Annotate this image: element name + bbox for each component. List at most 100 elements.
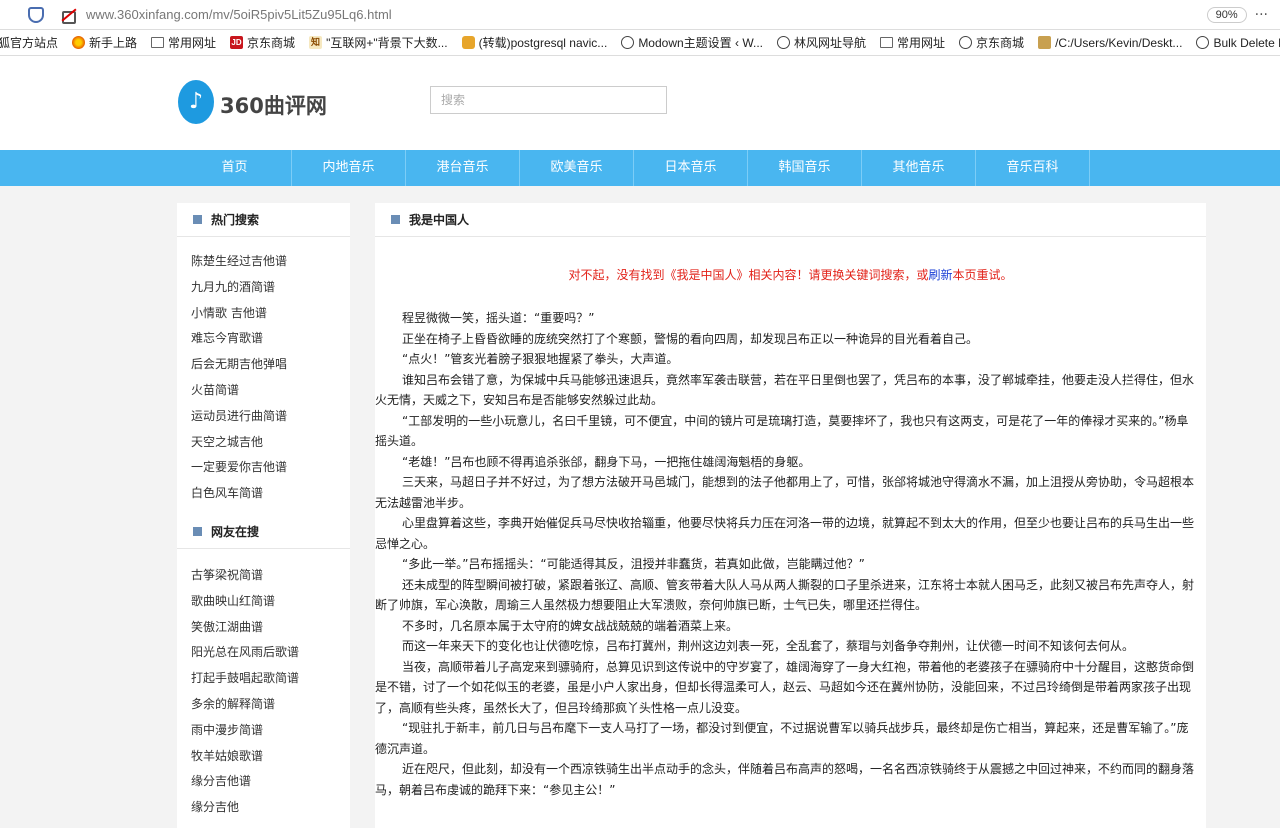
zhi-icon: 知 (309, 36, 323, 49)
not-found-notice: 对不起，没有找到《我是中国人》相关内容！请更换关键词搜索，或刷新本页重试。 (375, 266, 1206, 283)
browser-url-bar[interactable]: www.360xinfang.com/mv/5oiR5piv5Lit5Zu95L… (0, 0, 1280, 30)
article-paragraph: 近在咫尺，但此刻，却没有一个西凉铁骑生出半点动手的念头，伴随着吕布高声的怒喝，一… (375, 762, 1195, 797)
logo-note-icon[interactable]: ♪ (178, 80, 214, 124)
article-paragraph: 还未成型的阵型瞬间被打破，紧跟着张辽、高顺、管亥带着大队人马从两人撕裂的口子里杀… (375, 577, 1195, 613)
globe-icon (959, 36, 973, 49)
article-paragraph: 不多时，几名原本属于太守府的婢女战战兢兢的端着酒菜上来。 (402, 618, 739, 633)
sidebar-link[interactable]: 多余的解释简谱 (191, 692, 350, 718)
main-nav: 首页 内地音乐 港台音乐 欧美音乐 日本音乐 韩国音乐 其他音乐 音乐百科 (0, 150, 1280, 186)
site-logo-text[interactable]: 360曲评网 (220, 90, 327, 120)
square-bullet-icon (193, 215, 202, 224)
sidebar-link[interactable]: 缘分吉他 (191, 795, 350, 821)
nav-item[interactable]: 内地音乐 (292, 150, 406, 186)
nav-item[interactable]: 港台音乐 (406, 150, 520, 186)
sidebar-link[interactable]: 火苗简谱 (191, 378, 350, 404)
article-body: 程昱微微一笑，摇头道：“重要吗？” 正坐在椅子上昏昏欲睡的庞统突然打了个寒颤，警惕… (375, 283, 1206, 800)
bookmark-item[interactable]: 林风网址导航 (777, 34, 866, 51)
bookmark-item[interactable]: (转载)postgresql navic... (461, 34, 607, 51)
article-paragraph: 正坐在椅子上昏昏欲睡的庞统突然打了个寒颤，警惕的看向四周，却发现吕布正以一种诡异… (402, 331, 979, 346)
article-header: 我是中国人 (375, 203, 1206, 237)
square-bullet-icon (391, 215, 400, 224)
article-paragraph: 而这一年来天下的变化也让伏德吃惊，吕布打冀州，荆州这边刘表一死，全乱套了，蔡瑁与… (402, 639, 1135, 653)
bookmark-item[interactable]: 知 "互联网+"背景下大数... (309, 34, 448, 51)
sidebar-link[interactable]: 歌曲映山红简谱 (191, 589, 350, 615)
article-paragraph: 程昱微微一笑，摇头道：“重要吗？” (402, 311, 595, 325)
globe-icon (777, 36, 791, 49)
folder-icon (880, 37, 894, 48)
sidebar-link[interactable]: 运动员进行曲简谱 (191, 404, 350, 430)
bookmark-label: "互联网+"背景下大数... (326, 36, 448, 50)
sidebar-link[interactable]: 阳光总在风雨后歌谱 (191, 640, 350, 666)
sidebar-link[interactable]: 九月九的酒简谱 (191, 275, 350, 301)
shield-icon[interactable] (28, 6, 44, 23)
nav-item[interactable]: 欧美音乐 (520, 150, 634, 186)
article-paragraph: 心里盘算着这些，李典开始催促兵马尽快收拾辎重，他要尽快将兵力压在河洛一带的边境，… (375, 516, 1195, 551)
bookmark-label: 新手上路 (89, 36, 138, 50)
sidebar: 热门搜索 陈楚生经过吉他谱 九月九的酒简谱 小情歌 吉他谱 难忘今宵歌谱 后会无期吉他弹… (177, 203, 350, 828)
insecure-connection-icon[interactable] (60, 8, 78, 24)
site-header: ♪ 360曲评网 (0, 56, 1280, 150)
sidebar-link[interactable]: 后会无期吉他弹唱 (191, 352, 350, 378)
bookmark-item[interactable]: Bulk Delete Posts ‹ (1196, 36, 1280, 50)
bookmark-label: Modown主题设置 ‹ W... (638, 36, 764, 50)
bookmark-item[interactable]: Modown主题设置 ‹ W... (621, 34, 763, 51)
main-content: 我是中国人 对不起，没有找到《我是中国人》相关内容！请更换关键词搜索，或刷新本页… (375, 203, 1206, 828)
article-paragraph: 谁知吕布会错了意，为保城中兵马能够迅速退兵，竟然率军袭击联营，若在平日里倒也罢了… (375, 372, 1195, 408)
bookmark-item[interactable]: 狐官方站点 (0, 34, 58, 51)
hot-search-list: 陈楚生经过吉他谱 九月九的酒简谱 小情歌 吉他谱 难忘今宵歌谱 后会无期吉他弹唱 火苗简谱… (177, 237, 350, 507)
net-search-title: 网友在搜 (211, 524, 260, 539)
bookmark-item[interactable]: 京东商城 (959, 34, 1024, 51)
sidebar-link[interactable]: 笑傲江湖曲谱 (191, 615, 350, 641)
nav-item[interactable]: 韩国音乐 (748, 150, 862, 186)
sidebar-link[interactable]: 古筝梁祝简谱 (191, 563, 350, 589)
bookmark-item[interactable]: JD 京东商城 (230, 34, 295, 51)
bookmark-label: 京东商城 (247, 36, 296, 50)
bookmark-item[interactable]: 常用网址 (880, 34, 945, 51)
net-search-list: 古筝梁祝简谱 歌曲映山红简谱 笑傲江湖曲谱 阳光总在风雨后歌谱 打起手鼓唱起歌简谱 多余的… (177, 549, 350, 821)
square-bullet-icon (193, 526, 202, 536)
nav-item[interactable]: 其他音乐 (862, 150, 976, 186)
bookmark-label: 狐官方站点 (0, 36, 59, 50)
sidebar-link[interactable]: 难忘今宵歌谱 (191, 326, 350, 352)
bookmark-item[interactable]: 新手上路 (72, 34, 137, 51)
article-paragraph: 当夜，高顺带着儿子高宠来到骠骑府，总算见识到这传说中的守岁宴了，雄阔海穿了一身大… (375, 659, 1195, 715)
nav-item[interactable]: 音乐百科 (976, 150, 1090, 186)
sidebar-link[interactable]: 白色风车简谱 (191, 481, 350, 507)
bookmark-label: 常用网址 (897, 36, 946, 50)
sidebar-link[interactable]: 陈楚生经过吉他谱 (191, 249, 350, 275)
bookmark-label: /C:/Users/Kevin/Deskt... (1055, 35, 1183, 50)
sidebar-link[interactable]: 打起手鼓唱起歌简谱 (191, 666, 350, 692)
sidebar-link[interactable]: 天空之城吉他 (191, 430, 350, 456)
article-paragraph: “工部发明的一些小玩意儿，名曰千里镜，可不便宜，中间的镜片可是琉璃打造，莫要摔坏… (375, 413, 1189, 449)
article-paragraph: “老雄！”吕布也顾不得再追杀张郃，翻身下马，一把拖住雄阔海魁梧的身躯。 (402, 454, 811, 469)
bookmark-item[interactable]: /C:/Users/Kevin/Deskt... (1038, 36, 1182, 50)
hot-search-header: 热门搜索 (177, 203, 350, 237)
refresh-link[interactable]: 刷新 (928, 268, 952, 282)
article-paragraph: “点火！”管亥光着膀子狠狠地握紧了拳头，大声道。 (402, 352, 679, 366)
zoom-level-badge[interactable]: 90% (1206, 6, 1247, 23)
bookmarks-bar: 狐官方站点 新手上路 常用网址 JD 京东商城知 "互联网+"背景下大数... (转载)po… (0, 30, 1280, 56)
postgres-icon (461, 36, 475, 49)
nav-item[interactable]: 日本音乐 (634, 150, 748, 186)
bookmark-item[interactable]: 常用网址 (151, 34, 216, 51)
bookmark-label: 常用网址 (168, 36, 217, 50)
article-paragraph: 三天来，马超日子并不好过，为了想方法破开马邑城门，能想到的法子他都用上了，可惜，… (375, 475, 1195, 510)
sidebar-link[interactable]: 一定要爱你吉他谱 (191, 455, 350, 481)
folder-icon (151, 37, 165, 48)
sidebar-link[interactable]: 小情歌 吉他谱 (191, 301, 350, 327)
more-actions-icon[interactable]: ··· (1255, 7, 1268, 23)
nav-item[interactable]: 首页 (178, 150, 292, 186)
url-text[interactable]: www.360xinfang.com/mv/5oiR5piv5Lit5Zu95L… (86, 7, 392, 22)
search-input[interactable] (430, 86, 667, 114)
sidebar-link[interactable]: 雨中漫步简谱 (191, 718, 350, 744)
globe-icon (621, 36, 635, 49)
bookmark-label: 京东商城 (976, 36, 1025, 50)
hot-search-title: 热门搜索 (211, 213, 260, 227)
article-title: 我是中国人 (409, 213, 470, 227)
globe-icon (1196, 36, 1210, 49)
jd-icon: JD (230, 36, 244, 49)
bookmark-label: 林风网址导航 (794, 36, 867, 50)
firefox-icon (72, 36, 86, 49)
sidebar-link[interactable]: 牧羊姑娘歌谱 (191, 744, 350, 770)
sidebar-link[interactable]: 缘分吉他谱 (191, 769, 350, 795)
